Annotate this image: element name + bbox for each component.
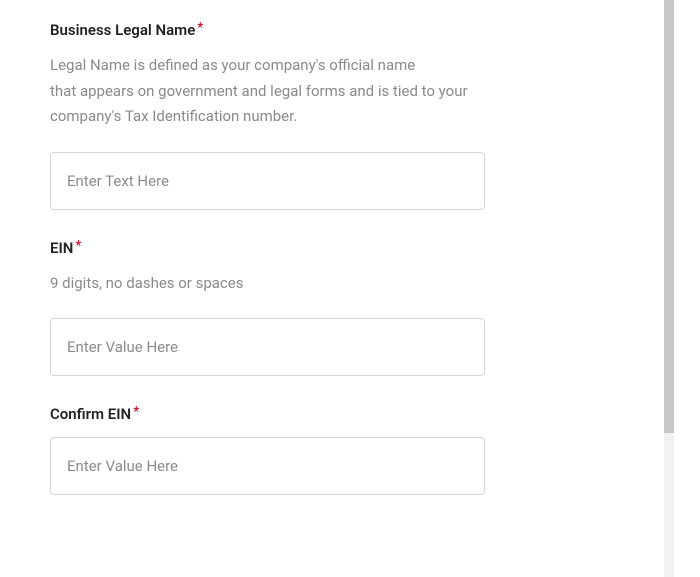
field-label-row: EIN* (50, 238, 610, 271)
field-label-row: Confirm EIN* (50, 404, 610, 437)
required-asterisk: * (133, 404, 139, 420)
confirm-ein-label: Confirm EIN (50, 405, 131, 423)
ein-label: EIN (50, 239, 73, 257)
required-asterisk: * (75, 238, 81, 254)
scrollbar-thumb[interactable] (664, 0, 674, 433)
business-legal-name-help: Legal Name is defined as your company's … (50, 53, 490, 130)
ein-input[interactable] (50, 318, 485, 376)
business-legal-name-group: Business Legal Name* Legal Name is defin… (50, 20, 610, 210)
business-legal-name-label: Business Legal Name (50, 21, 195, 39)
ein-help: 9 digits, no dashes or spaces (50, 271, 490, 297)
required-asterisk: * (197, 20, 203, 36)
business-legal-name-input[interactable] (50, 152, 485, 210)
ein-group: EIN* 9 digits, no dashes or spaces (50, 238, 610, 377)
business-form: Business Legal Name* Legal Name is defin… (0, 0, 660, 543)
scrollbar-track[interactable] (664, 0, 674, 577)
field-label-row: Business Legal Name* (50, 20, 610, 53)
confirm-ein-input[interactable] (50, 437, 485, 495)
confirm-ein-group: Confirm EIN* (50, 404, 610, 495)
